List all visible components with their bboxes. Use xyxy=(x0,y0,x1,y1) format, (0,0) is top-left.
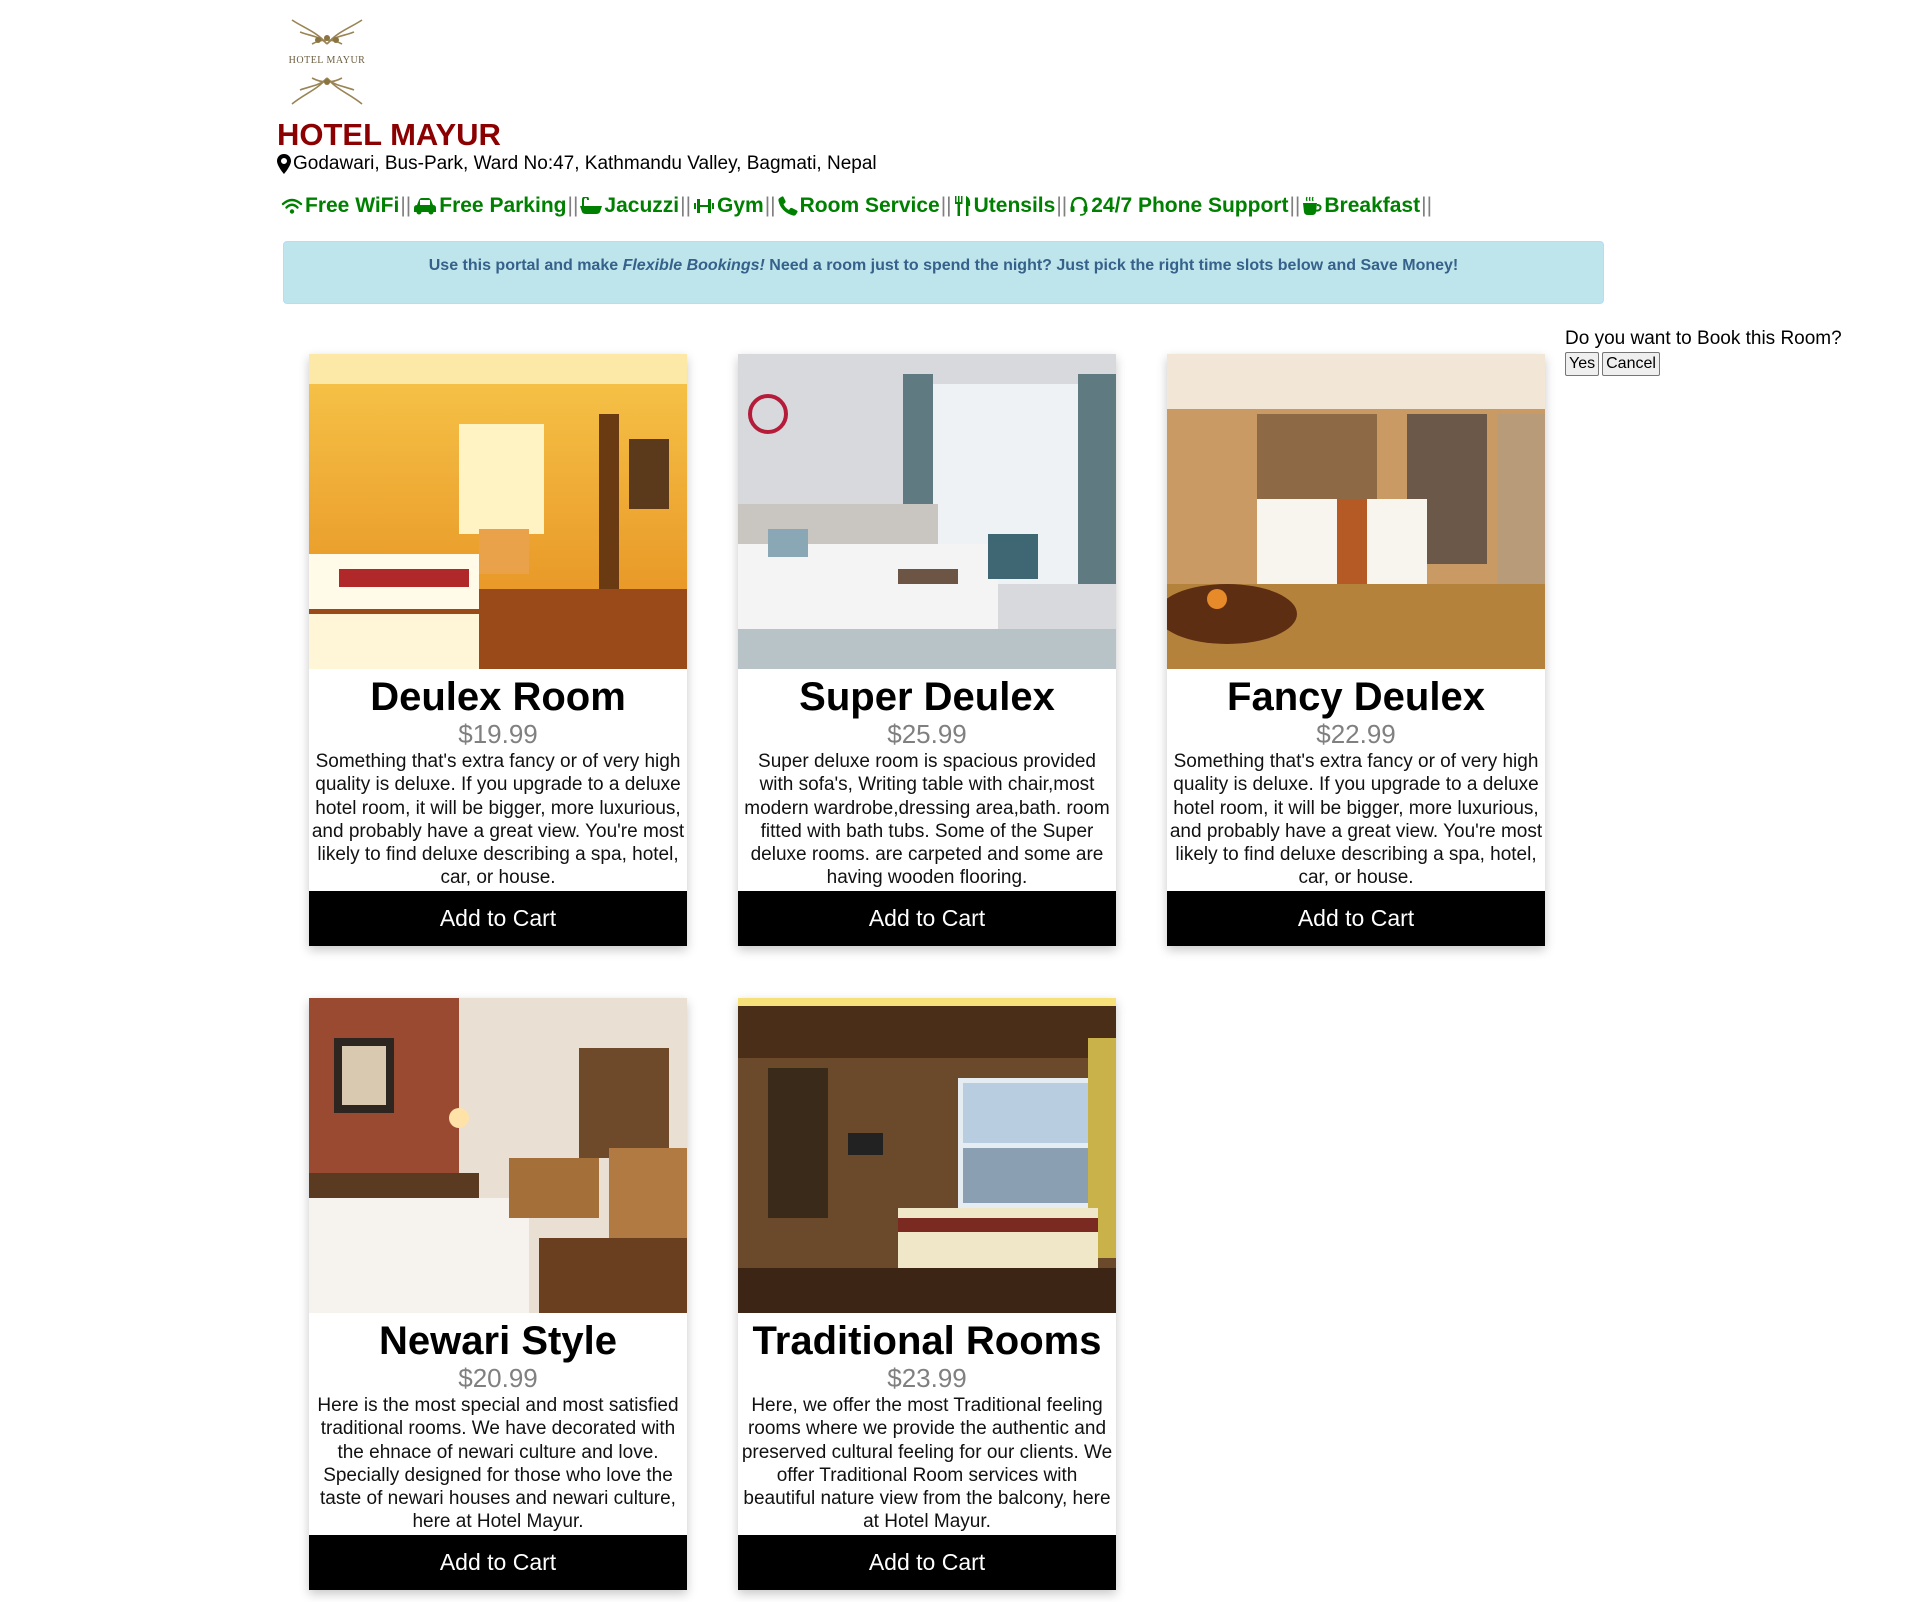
booking-confirm-question: Do you want to Book this Room? xyxy=(1565,328,1842,349)
room-description: Something that's extra fancy or of very … xyxy=(1169,751,1543,889)
address-text: Godawari, Bus-Park, Ward No:47, Kathmand… xyxy=(293,153,877,174)
confirm-cancel-button[interactable]: Cancel xyxy=(1602,352,1660,376)
room-description: Something that's extra fancy or of very … xyxy=(311,751,685,889)
amenity-wifi: Free WiFi xyxy=(281,192,399,220)
amenity-jacuzzi: Jacuzzi xyxy=(580,192,679,220)
room-description: Super deluxe room is spacious provided w… xyxy=(744,751,1110,889)
room-title: Super Deulex xyxy=(799,675,1055,719)
amenity-phone-support: 24/7 Phone Support xyxy=(1069,192,1288,220)
amenity-parking: Free Parking xyxy=(413,192,566,220)
room-photo xyxy=(309,354,687,669)
car-icon xyxy=(414,198,437,215)
bathtub-icon xyxy=(580,197,603,214)
room-description: Here, we offer the most Traditional feel… xyxy=(741,1395,1113,1533)
headset-icon xyxy=(1070,196,1088,216)
amenity-breakfast: Breakfast xyxy=(1302,192,1420,220)
room-card: Fancy Deulex $22.99 Something that's ext… xyxy=(1167,354,1545,946)
phone-icon xyxy=(778,196,798,216)
hotel-logo: HOTEL MAYUR xyxy=(282,14,372,110)
amenities-bar: Free WiFi || Free Parking || Jacuzzi || … xyxy=(281,192,1434,220)
wifi-icon xyxy=(281,198,303,214)
coffee-icon xyxy=(1303,196,1322,215)
add-to-cart-button[interactable]: Add to Cart xyxy=(738,891,1116,946)
dumbbell-icon xyxy=(694,199,715,213)
add-to-cart-button[interactable]: Add to Cart xyxy=(309,891,687,946)
room-title: Deulex Room xyxy=(370,675,626,719)
room-title: Fancy Deulex xyxy=(1227,675,1485,719)
room-price: $20.99 xyxy=(458,1363,538,1393)
room-photo xyxy=(309,998,687,1313)
room-price: $23.99 xyxy=(887,1363,967,1393)
room-title: Traditional Rooms xyxy=(752,1319,1102,1363)
room-card: Newari Style $20.99 Here is the most spe… xyxy=(309,998,687,1590)
banner-emphasis: Flexible Bookings! xyxy=(622,257,765,274)
room-card: Deulex Room $19.99 Something that's extr… xyxy=(309,354,687,946)
amenity-gym: Gym xyxy=(693,192,764,220)
add-to-cart-button[interactable]: Add to Cart xyxy=(309,1535,687,1590)
room-price: $22.99 xyxy=(1316,719,1396,749)
room-photo xyxy=(738,998,1116,1313)
logo-text: HOTEL MAYUR xyxy=(288,55,366,66)
add-to-cart-button[interactable]: Add to Cart xyxy=(1167,891,1545,946)
booking-confirm-actions: Yes Cancel xyxy=(1565,352,1660,376)
add-to-cart-button[interactable]: Add to Cart xyxy=(738,1535,1116,1590)
amenity-utensils: Utensils xyxy=(954,192,1055,220)
room-card: Super Deulex $25.99 Super deluxe room is… xyxy=(738,354,1116,946)
room-photo xyxy=(1167,354,1545,669)
room-title: Newari Style xyxy=(379,1319,617,1363)
room-photo xyxy=(738,354,1116,669)
utensils-icon xyxy=(954,196,970,216)
hotel-name: HOTEL MAYUR xyxy=(277,117,501,152)
hotel-address: Godawari, Bus-Park, Ward No:47, Kathmand… xyxy=(277,152,877,176)
confirm-yes-button[interactable]: Yes xyxy=(1565,352,1600,376)
flexible-booking-alert: Use this portal and make Flexible Bookin… xyxy=(283,241,1604,304)
room-price: $19.99 xyxy=(458,719,538,749)
map-marker-icon xyxy=(277,154,291,174)
room-price: $25.99 xyxy=(887,719,967,749)
amenity-room-service: Room Service xyxy=(778,192,940,220)
room-card: Traditional Rooms $23.99 Here, we offer … xyxy=(738,998,1116,1590)
room-description: Here is the most special and most satisf… xyxy=(317,1395,679,1533)
